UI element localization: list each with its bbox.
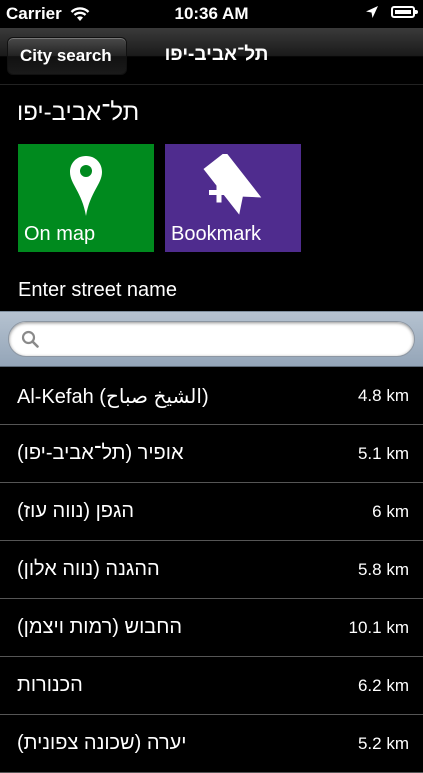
bookmark-add-icon <box>203 154 262 215</box>
navigation-bar: City search תל־אביב-יפו <box>0 28 423 85</box>
street-distance: 6.2 km <box>357 676 409 695</box>
street-distance: 10.1 km <box>348 618 409 637</box>
status-time: 10:36 AM <box>174 4 249 23</box>
street-distance: 5.2 km <box>357 734 409 753</box>
back-button-label: City search <box>20 46 112 65</box>
on-map-button[interactable]: On map <box>18 144 154 252</box>
street-name: החבוש (רמות ויצמן) <box>17 616 183 638</box>
location-arrow-icon <box>366 6 378 18</box>
list-item[interactable]: ההגנה (נווה אלון) 5.8 km <box>0 541 423 599</box>
status-bar: Carrier 10:36 AM <box>0 0 423 28</box>
street-distance: 5.1 km <box>357 444 409 463</box>
bookmark-button[interactable]: Bookmark <box>165 144 301 252</box>
list-item[interactable]: אופיר (תל־אביב-יפו) 5.1 km <box>0 425 423 483</box>
search-bar <box>0 311 423 367</box>
search-icon <box>21 330 39 348</box>
street-search-label: Enter street name <box>18 279 177 301</box>
back-button[interactable]: City search <box>7 37 127 75</box>
street-name: אופיר (תל־אביב-יפו) <box>17 442 184 464</box>
street-distance: 4.8 km <box>357 386 409 405</box>
on-map-label: On map <box>24 223 96 245</box>
list-item[interactable]: החבוש (רמות ויצמן) 10.1 km <box>0 599 423 657</box>
bookmark-label: Bookmark <box>171 223 262 245</box>
list-item[interactable]: יערה (שכונה צפונית) 5.2 km <box>0 715 423 773</box>
street-name: ההגנה (נווה אלון) <box>17 558 160 580</box>
battery-icon <box>391 6 418 18</box>
list-item[interactable]: הכנורות 6.2 km <box>0 657 423 715</box>
street-list: Al-Kefah (الشيخ صباح) 4.8 km אופיר (תל־א… <box>0 367 423 773</box>
street-distance: 6 km <box>372 502 409 521</box>
street-name: הגפן (נווה עוז) <box>17 500 135 522</box>
street-name: יערה (שכונה צפונית) <box>17 732 187 754</box>
nav-title: תל־אביב-יפו <box>164 44 269 65</box>
street-name: הכנורות <box>17 674 83 696</box>
street-name: Al-Kefah (الشيخ صباح) <box>17 386 209 408</box>
status-right <box>365 5 418 19</box>
search-field[interactable] <box>8 321 415 357</box>
list-item[interactable]: Al-Kefah (الشيخ صباح) 4.8 km <box>0 367 423 425</box>
city-title: תל־אביב-יפו <box>17 99 140 126</box>
street-distance: 5.8 km <box>357 560 409 579</box>
street-search-input[interactable] <box>45 322 404 356</box>
map-pin-icon <box>70 156 102 216</box>
list-item[interactable]: הגפן (נווה עוז) 6 km <box>0 483 423 541</box>
